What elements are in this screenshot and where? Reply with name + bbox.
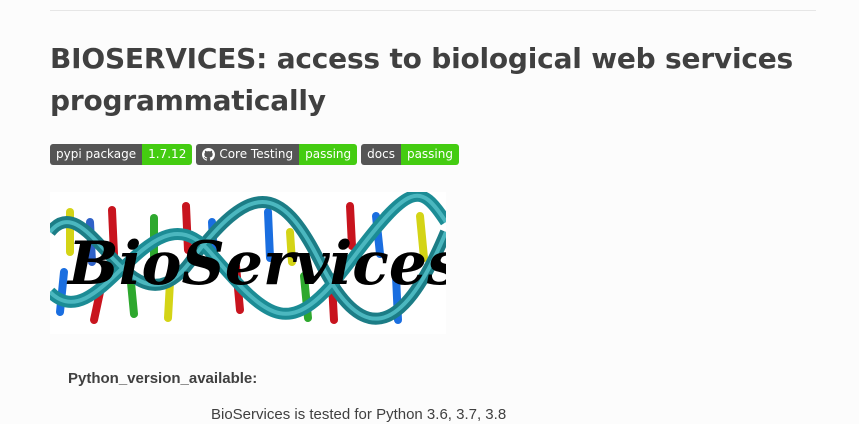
- badge-label-wrap: Core Testing: [196, 144, 300, 165]
- badge-label: docs: [361, 144, 401, 165]
- bioservices-logo: BioServices: [50, 192, 446, 334]
- github-icon: [202, 148, 216, 161]
- logo-text: BioServices: [66, 229, 446, 299]
- badge-value: passing: [299, 144, 358, 165]
- badge-value: passing: [400, 144, 459, 165]
- badge-label: Core Testing: [219, 147, 294, 161]
- field-body: BioServices is tested for Python 3.6, 3.…: [211, 406, 507, 423]
- top-divider: [50, 10, 816, 11]
- docs-badge[interactable]: docs passing: [361, 144, 459, 165]
- badge-value: 1.7.12: [142, 144, 193, 165]
- page-title: BIOSERVICES: access to biological web se…: [50, 42, 794, 117]
- badge-row: pypi package 1.7.12 Core Testing passing…: [50, 144, 459, 165]
- badge-label: pypi package: [50, 144, 143, 165]
- field-name: Python_version_available:: [68, 370, 258, 387]
- core-testing-badge[interactable]: Core Testing passing: [196, 144, 358, 165]
- pypi-badge[interactable]: pypi package 1.7.12: [50, 144, 193, 165]
